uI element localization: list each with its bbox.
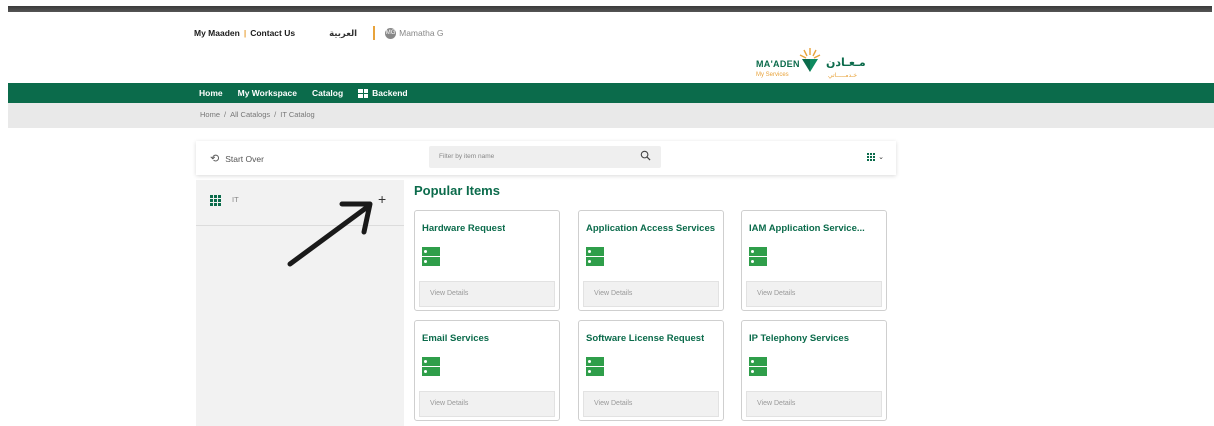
view-details-label: View Details <box>430 400 469 407</box>
catalog-card[interactable]: IP Telephony Services View Details <box>741 320 887 421</box>
breadcrumb-bar <box>8 103 1214 128</box>
view-details-button[interactable]: View Details <box>583 391 719 417</box>
server-icon <box>422 357 440 376</box>
grid-view-icon <box>867 153 876 161</box>
maaden-logo[interactable]: MA'ADEN مـعـادن My Services خـدمـــــاتي <box>756 47 886 81</box>
server-icon <box>586 247 604 266</box>
breadcrumb-separator: / <box>224 110 227 119</box>
catalog-card[interactable]: Application Access Services View Details <box>578 210 724 311</box>
view-details-button[interactable]: View Details <box>746 281 882 307</box>
user-menu[interactable]: MG Mamatha G <box>385 27 444 39</box>
top-strip <box>0 0 1214 14</box>
history-icon: ⟲ <box>210 153 220 165</box>
card-title[interactable]: Application Access Services <box>586 223 715 234</box>
popular-items-heading: Popular Items <box>414 183 500 198</box>
logo-subtitle-en: My Services <box>756 72 789 78</box>
my-maaden-link[interactable]: My Maaden <box>194 28 240 38</box>
language-arabic-link[interactable]: العربية <box>329 28 357 39</box>
breadcrumb-it-catalog: IT Catalog <box>280 110 315 119</box>
catalog-toolbar: ⟲ Start Over Filter by item name ⌄ <box>196 141 896 175</box>
catalog-card[interactable]: Hardware Request View Details <box>414 210 560 311</box>
category-label: IT <box>232 195 239 204</box>
view-details-label: View Details <box>757 400 796 407</box>
browser-top-bar <box>8 6 1212 12</box>
start-over-button[interactable]: ⟲ Start Over <box>210 152 264 165</box>
top-links: My Maaden | Contact Us العربية MG Mamath… <box>194 26 444 40</box>
view-details-label: View Details <box>757 290 796 297</box>
server-icon <box>749 247 767 266</box>
logo-mark-icon <box>799 48 821 72</box>
view-details-label: View Details <box>594 400 633 407</box>
breadcrumb-home[interactable]: Home <box>200 110 220 119</box>
user-name: Mamatha G <box>399 28 444 38</box>
annotation-arrow-icon <box>287 201 373 267</box>
breadcrumb-all-catalogs[interactable]: All Catalogs <box>230 110 270 119</box>
logo-subtitle-ar: خـدمـــــاتي <box>828 73 858 79</box>
view-details-button[interactable]: View Details <box>419 391 555 417</box>
nav-catalog[interactable]: Catalog <box>312 88 343 98</box>
catalog-card[interactable]: Software License Request View Details <box>578 320 724 421</box>
start-over-label: Start Over <box>225 153 264 164</box>
backend-grid-icon <box>358 88 369 98</box>
card-title[interactable]: Hardware Request <box>422 223 505 234</box>
breadcrumb: Home / All Catalogs / IT Catalog <box>200 110 315 119</box>
card-title[interactable]: IAM Application Service... <box>749 223 865 234</box>
chevron-down-icon: ⌄ <box>878 154 884 161</box>
nav-home[interactable]: Home <box>199 88 223 98</box>
link-separator: | <box>243 28 247 38</box>
catalog-card[interactable]: IAM Application Service... View Details <box>741 210 887 311</box>
view-details-button[interactable]: View Details <box>419 281 555 307</box>
contact-us-link[interactable]: Contact Us <box>250 28 295 38</box>
nav-backend-label: Backend <box>372 88 408 98</box>
logo-text-ar: مـعـادن <box>826 57 866 69</box>
nav-backend[interactable]: Backend <box>358 88 408 98</box>
card-title[interactable]: Email Services <box>422 333 489 344</box>
card-title[interactable]: Software License Request <box>586 333 704 344</box>
server-icon <box>749 357 767 376</box>
breadcrumb-separator: / <box>274 110 277 119</box>
avatar: MG <box>385 27 397 39</box>
search-icon[interactable] <box>640 150 651 161</box>
vertical-divider <box>373 26 376 40</box>
server-icon <box>422 247 440 266</box>
view-details-label: View Details <box>594 290 633 297</box>
nav-my-workspace[interactable]: My Workspace <box>238 88 297 98</box>
catalog-card[interactable]: Email Services View Details <box>414 320 560 421</box>
view-details-label: View Details <box>430 290 469 297</box>
view-details-button[interactable]: View Details <box>746 391 882 417</box>
filter-input[interactable]: Filter by item name <box>429 146 661 168</box>
logo-text-en: MA'ADEN <box>756 59 800 69</box>
category-grid-icon <box>210 195 221 206</box>
card-title[interactable]: IP Telephony Services <box>749 333 849 344</box>
view-toggle[interactable]: ⌄ <box>867 153 884 161</box>
main-nav: Home My Workspace Catalog Backend <box>8 83 1214 103</box>
server-icon <box>586 357 604 376</box>
filter-placeholder: Filter by item name <box>439 153 495 160</box>
view-details-button[interactable]: View Details <box>583 281 719 307</box>
